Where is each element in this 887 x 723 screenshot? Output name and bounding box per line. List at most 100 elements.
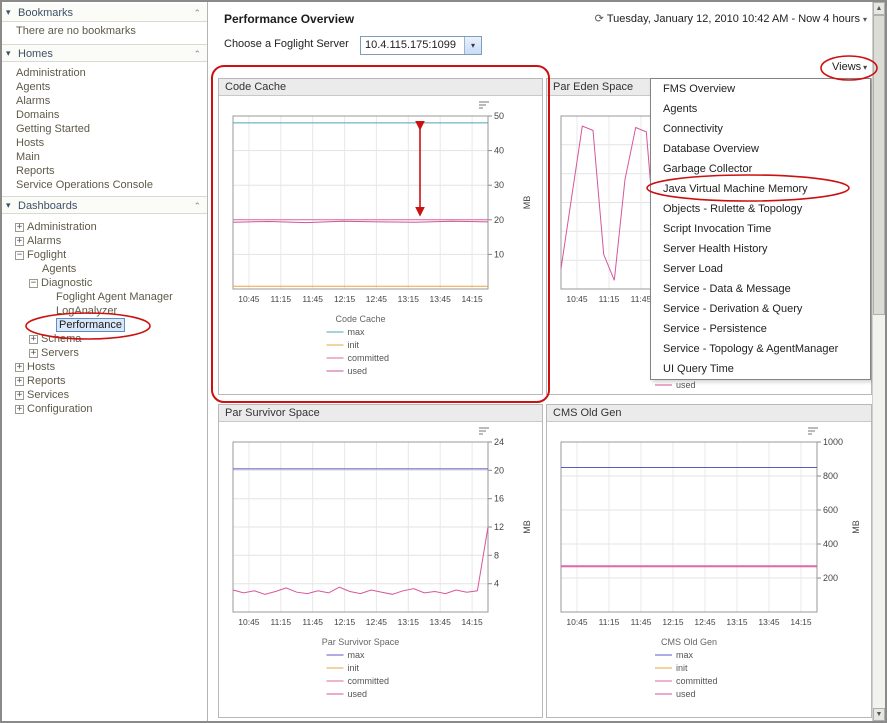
expand-icon[interactable]: + (15, 223, 24, 232)
dashboard-item-label: Administration (27, 221, 97, 233)
chart-title-text: Par Survivor Space (225, 407, 320, 419)
views-menu-item-java-virtual-machine-memory[interactable]: Java Virtual Machine Memory (651, 179, 870, 199)
section-minimize-icon[interactable]: ⌃ (193, 198, 201, 214)
homes-item-agents[interactable]: Agents (2, 80, 207, 94)
legend-label: used (676, 380, 696, 390)
svg-text:12:45: 12:45 (694, 617, 716, 627)
homes-item-main[interactable]: Main (2, 150, 207, 164)
svg-text:800: 800 (823, 471, 838, 481)
time-range-control[interactable]: ⟳Tuesday, January 12, 2010 10:42 AM - No… (595, 12, 867, 25)
homes-item-alarms[interactable]: Alarms (2, 94, 207, 108)
homes-section-header[interactable]: ▾ Homes ⌃ (2, 44, 207, 62)
homes-item-service-operations-console[interactable]: Service Operations Console (2, 178, 207, 192)
views-button[interactable]: Views▾ (832, 61, 867, 73)
dashboard-item-administration[interactable]: +Administration (2, 220, 207, 234)
vertical-scrollbar[interactable]: ▲ ▼ (872, 2, 885, 721)
svg-text:11:45: 11:45 (631, 617, 652, 627)
dashboard-item-diagnostic[interactable]: −Diagnostic (2, 276, 207, 290)
dashboard-item-hosts[interactable]: +Hosts (2, 360, 207, 374)
bookmarks-section-header[interactable]: ▾ Bookmarks ⌃ (2, 4, 207, 22)
views-menu-item-service-persistence[interactable]: Service - Persistence (651, 319, 870, 339)
collapse-icon[interactable]: − (15, 251, 24, 260)
server-select[interactable]: 10.4.115.175:1099 ▾ (360, 36, 482, 55)
views-menu-item-connectivity[interactable]: Connectivity (651, 119, 870, 139)
svg-text:11:45: 11:45 (631, 294, 652, 304)
scroll-up-button[interactable]: ▲ (873, 2, 885, 15)
dashboard-item-performance[interactable]: Performance (2, 318, 207, 332)
legend-label: used (348, 366, 368, 376)
homes-item-hosts[interactable]: Hosts (2, 136, 207, 150)
dashboard-item-servers[interactable]: +Servers (2, 346, 207, 360)
expand-icon[interactable]: + (29, 349, 38, 358)
views-menu-item-agents[interactable]: Agents (651, 99, 870, 119)
chart-options-icon[interactable] (479, 428, 489, 434)
chart-code-cache: Code Cache102030405010:4511:1511:4512:15… (218, 78, 543, 395)
svg-text:11:15: 11:15 (599, 617, 620, 627)
expand-icon[interactable]: + (15, 363, 24, 372)
chart-title-text: CMS Old Gen (553, 407, 621, 419)
svg-text:MB: MB (522, 520, 532, 534)
chevron-down-icon: ▾ (863, 63, 867, 72)
expand-icon[interactable]: + (29, 335, 38, 344)
dashboard-item-label: Services (27, 389, 69, 401)
section-minimize-icon[interactable]: ⌃ (193, 46, 201, 62)
section-minimize-icon[interactable]: ⌃ (193, 5, 201, 21)
dashboard-item-reports[interactable]: +Reports (2, 374, 207, 388)
expand-icon[interactable]: + (15, 377, 24, 386)
views-menu-item-server-load[interactable]: Server Load (651, 259, 870, 279)
time-refresh-icon: ⟳ (595, 13, 604, 25)
svg-text:30: 30 (494, 180, 504, 190)
svg-text:11:15: 11:15 (599, 294, 620, 304)
svg-text:50: 50 (494, 111, 504, 121)
svg-text:12: 12 (494, 522, 504, 532)
views-menu-item-database-overview[interactable]: Database Overview (651, 139, 870, 159)
scroll-down-button[interactable]: ▼ (873, 708, 885, 721)
dashboard-item-schema[interactable]: +Schema (2, 332, 207, 346)
svg-text:12:45: 12:45 (366, 294, 388, 304)
views-menu-item-objects-rulette-topology[interactable]: Objects - Rulette & Topology (651, 199, 870, 219)
dashboard-item-label: Servers (41, 347, 79, 359)
views-menu-item-server-health-history[interactable]: Server Health History (651, 239, 870, 259)
legend-label: max (676, 650, 694, 660)
expand-icon[interactable]: + (15, 405, 24, 414)
dashboard-item-agents[interactable]: Agents (2, 262, 207, 276)
homes-item-administration[interactable]: Administration (2, 66, 207, 80)
chart-par-survivor-space: Par Survivor Space481216202410:4511:1511… (218, 404, 543, 718)
dashboard-item-loganalyzer[interactable]: LogAnalyzer (2, 304, 207, 318)
dashboards-section-header[interactable]: ▾ Dashboards ⌃ (2, 196, 207, 214)
chart-title-text: Par Eden Space (553, 81, 633, 93)
scrollbar-thumb[interactable] (873, 15, 885, 315)
views-menu-item-script-invocation-time[interactable]: Script Invocation Time (651, 219, 870, 239)
chart-title: Code Cache (219, 79, 542, 96)
legend-label: used (348, 689, 368, 699)
svg-text:MB: MB (522, 196, 532, 210)
select-dropdown-arrow-icon[interactable]: ▾ (464, 37, 481, 54)
views-menu-item-service-data-message[interactable]: Service - Data & Message (651, 279, 870, 299)
dashboard-item-configuration[interactable]: +Configuration (2, 402, 207, 416)
collapse-icon[interactable]: − (29, 279, 38, 288)
chart-options-icon[interactable] (479, 102, 489, 108)
svg-text:10:45: 10:45 (238, 617, 260, 627)
chart-title: Par Survivor Space (219, 405, 542, 422)
dashboard-item-label: Schema (41, 333, 81, 345)
expand-icon[interactable]: + (15, 237, 24, 246)
dashboard-item-services[interactable]: +Services (2, 388, 207, 402)
dashboards-section-title: Dashboards (18, 198, 77, 214)
dashboard-item-alarms[interactable]: +Alarms (2, 234, 207, 248)
dashboard-item-label: LogAnalyzer (56, 305, 117, 317)
legend-title: CMS Old Gen (661, 637, 717, 647)
views-menu-item-ui-query-time[interactable]: UI Query Time (651, 359, 870, 379)
chart-options-icon[interactable] (808, 428, 818, 434)
views-menu-item-service-derivation-query[interactable]: Service - Derivation & Query (651, 299, 870, 319)
homes-item-reports[interactable]: Reports (2, 164, 207, 178)
views-menu-item-service-topology-agentmanager[interactable]: Service - Topology & AgentManager (651, 339, 870, 359)
svg-text:MB: MB (851, 520, 861, 534)
homes-item-getting-started[interactable]: Getting Started (2, 122, 207, 136)
dashboard-item-foglight-agent-manager[interactable]: Foglight Agent Manager (2, 290, 207, 304)
views-menu-item-fms-overview[interactable]: FMS Overview (651, 79, 870, 99)
section-expanded-arrow-icon: ▾ (6, 197, 11, 213)
homes-item-domains[interactable]: Domains (2, 108, 207, 122)
expand-icon[interactable]: + (15, 391, 24, 400)
views-menu-item-garbage-collector[interactable]: Garbage Collector (651, 159, 870, 179)
dashboard-item-foglight[interactable]: −Foglight (2, 248, 207, 262)
